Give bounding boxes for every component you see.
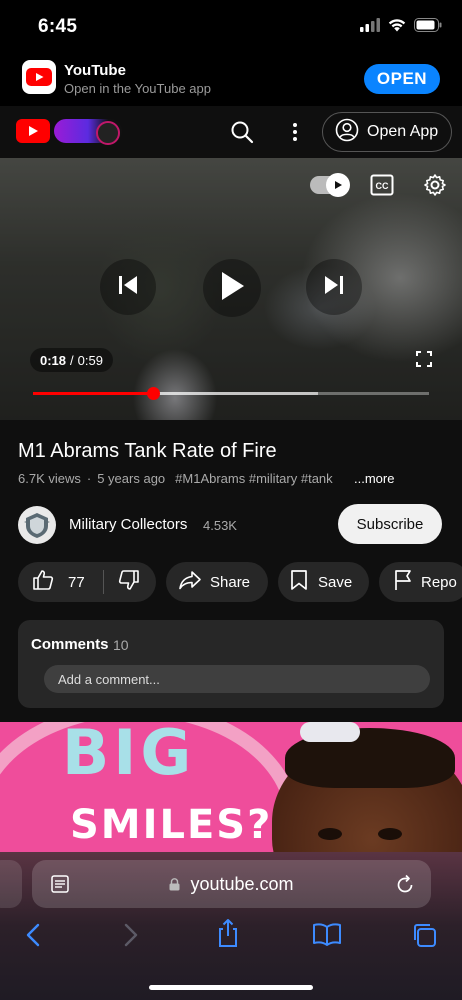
- video-info: M1 Abrams Tank Rate of Fire 6.7K views ·…: [0, 420, 462, 722]
- app-banner: YouTube Open in the YouTube app OPEN: [0, 52, 462, 106]
- safari-bottom-bar: youtube.com: [0, 852, 462, 1000]
- captions-icon[interactable]: CC: [370, 174, 394, 201]
- banner-title: YouTube: [64, 62, 126, 79]
- autoplay-toggle[interactable]: [310, 173, 350, 197]
- bookmark-icon: [290, 569, 308, 595]
- youtube-logo-icon: [16, 119, 50, 143]
- battery-icon: [414, 18, 442, 37]
- ad-child-eye-left: [318, 828, 342, 840]
- comments-title: Comments: [31, 636, 109, 653]
- like-button[interactable]: 77: [32, 569, 85, 595]
- add-comment-input[interactable]: Add a comment...: [44, 665, 430, 693]
- lock-icon: [169, 874, 190, 894]
- play-button[interactable]: [203, 259, 261, 317]
- save-label: Save: [318, 573, 353, 591]
- channel-avatar[interactable]: [18, 506, 56, 544]
- comments-count: 10: [113, 637, 129, 653]
- ad-thumbnail[interactable]: BIG SMILES?: [0, 722, 462, 852]
- play-icon: [219, 271, 245, 306]
- url-text: youtube.com: [190, 874, 294, 894]
- open-in-app-button[interactable]: OPEN: [364, 64, 440, 94]
- hashtags[interactable]: #M1Abrams #military #tank: [175, 471, 333, 486]
- banner-subtitle: Open in the YouTube app: [64, 81, 211, 96]
- previous-button[interactable]: [100, 259, 156, 315]
- reload-icon[interactable]: [395, 873, 415, 900]
- youtube-logo[interactable]: [16, 119, 122, 145]
- report-label: Repo: [421, 573, 457, 591]
- video-meta[interactable]: 6.7K views · 5 years ago #M1Abrams #mili…: [18, 471, 394, 486]
- safari-toolbar: [0, 919, 462, 958]
- upload-age: 5 years ago: [97, 471, 166, 486]
- time-separator: /: [70, 352, 74, 368]
- tabs-icon[interactable]: [411, 922, 437, 953]
- like-count: 77: [68, 573, 85, 591]
- share-label: Share: [210, 573, 251, 591]
- autoplay-play-icon: [326, 173, 350, 197]
- previous-icon: [117, 275, 139, 300]
- status-icons: [360, 18, 442, 37]
- subscriber-count: 4.53K: [203, 518, 237, 533]
- share-sheet-icon[interactable]: [216, 918, 240, 953]
- address-bar[interactable]: youtube.com: [32, 860, 431, 908]
- progress-played: [33, 392, 154, 395]
- duration: 0:59: [77, 352, 103, 368]
- more-link[interactable]: ...more: [354, 471, 394, 486]
- current-time: 0:18: [40, 352, 67, 368]
- settings-icon[interactable]: [423, 173, 447, 202]
- previous-tab-peek[interactable]: [0, 860, 22, 908]
- open-app-label: Open App: [367, 123, 439, 140]
- progress-bar[interactable]: [33, 387, 429, 400]
- save-button[interactable]: Save: [278, 562, 369, 602]
- ad-headline: BIG: [62, 722, 196, 789]
- comments-section[interactable]: Comments 10 Add a comment...: [18, 620, 444, 708]
- ad-child-eye-right: [378, 828, 402, 840]
- more-vert-icon[interactable]: [288, 120, 302, 149]
- status-bar: 6:45: [0, 0, 462, 52]
- channel-name[interactable]: Military Collectors: [69, 516, 187, 533]
- time-display: 0:18 / 0:59: [30, 348, 113, 372]
- youtube-app-icon: [22, 60, 56, 94]
- status-time: 6:45: [38, 16, 78, 37]
- svg-text:CC: CC: [376, 181, 389, 191]
- url-display[interactable]: youtube.com: [32, 874, 431, 895]
- like-dislike-pill: 77: [18, 562, 156, 602]
- youtube-doodle-icon: [54, 119, 122, 145]
- wifi-icon: [388, 18, 406, 37]
- search-icon[interactable]: [230, 120, 254, 149]
- video-player[interactable]: CC 0:18 / 0:59: [0, 158, 462, 420]
- meta-dot: ·: [86, 471, 92, 486]
- home-indicator[interactable]: [149, 985, 313, 990]
- thumbs-up-icon: [32, 569, 54, 595]
- youtube-header: Open App: [0, 106, 462, 158]
- view-count: 6.7K views: [18, 471, 81, 486]
- back-icon[interactable]: [24, 922, 42, 953]
- video-title[interactable]: M1 Abrams Tank Rate of Fire: [18, 440, 277, 463]
- ad-hair-bow: [300, 722, 360, 742]
- share-button[interactable]: Share: [166, 562, 268, 602]
- next-icon: [323, 275, 345, 300]
- thumbs-down-icon: [118, 570, 140, 595]
- action-bar: 77 Share Save Repo: [18, 562, 462, 602]
- ad-subline: SMILES?: [70, 802, 273, 848]
- open-app-button[interactable]: Open App: [322, 112, 452, 152]
- account-icon: [335, 118, 359, 147]
- bookmarks-icon[interactable]: [312, 922, 342, 951]
- next-button[interactable]: [306, 259, 362, 315]
- subscribe-button[interactable]: Subscribe: [338, 504, 442, 544]
- like-divider: [102, 570, 104, 594]
- cellular-signal-icon: [360, 18, 380, 37]
- report-button[interactable]: Repo: [379, 562, 462, 602]
- fullscreen-icon[interactable]: [416, 351, 432, 372]
- forward-icon[interactable]: [122, 922, 140, 953]
- share-icon: [178, 570, 202, 594]
- dislike-button[interactable]: [118, 569, 140, 595]
- flag-icon: [393, 569, 413, 595]
